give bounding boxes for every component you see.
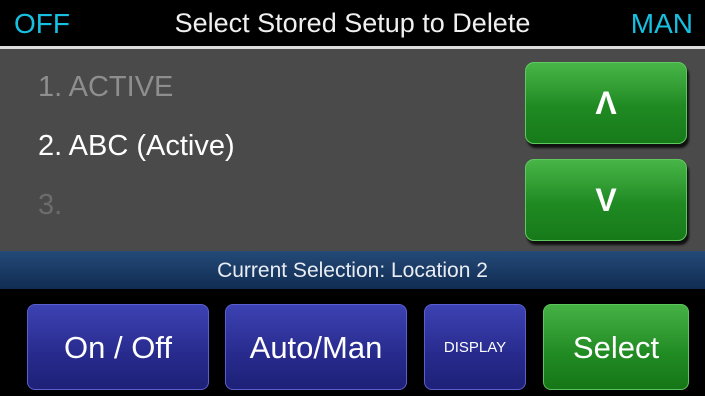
- device-screen: OFF Select Stored Setup to Delete MAN 1.…: [0, 0, 705, 396]
- mode-indicator: MAN: [630, 8, 693, 39]
- setup-item-1[interactable]: 1. ACTIVE: [38, 71, 173, 104]
- screen-title: Select Stored Setup to Delete: [174, 8, 531, 38]
- scroll-up-button[interactable]: Λ: [525, 62, 687, 144]
- select-button[interactable]: Select: [543, 304, 689, 390]
- scroll-down-button[interactable]: V: [525, 159, 687, 241]
- header-bar: OFF Select Stored Setup to Delete MAN: [0, 0, 705, 46]
- current-selection-text: Current Selection: Location 2: [217, 259, 488, 282]
- auto-man-button[interactable]: Auto/Man: [225, 304, 407, 390]
- status-bar: Current Selection: Location 2: [0, 251, 705, 289]
- chevron-down-icon: V: [595, 182, 617, 218]
- on-off-button[interactable]: On / Off: [27, 304, 209, 390]
- chevron-up-icon: Λ: [595, 85, 617, 121]
- setup-list: 1. ACTIVE 2. ABC (Active) 3. Λ V: [0, 49, 705, 251]
- display-button[interactable]: DISPLAY: [424, 304, 526, 390]
- setup-item-3[interactable]: 3.: [38, 189, 62, 222]
- setup-item-2[interactable]: 2. ABC (Active): [38, 130, 235, 163]
